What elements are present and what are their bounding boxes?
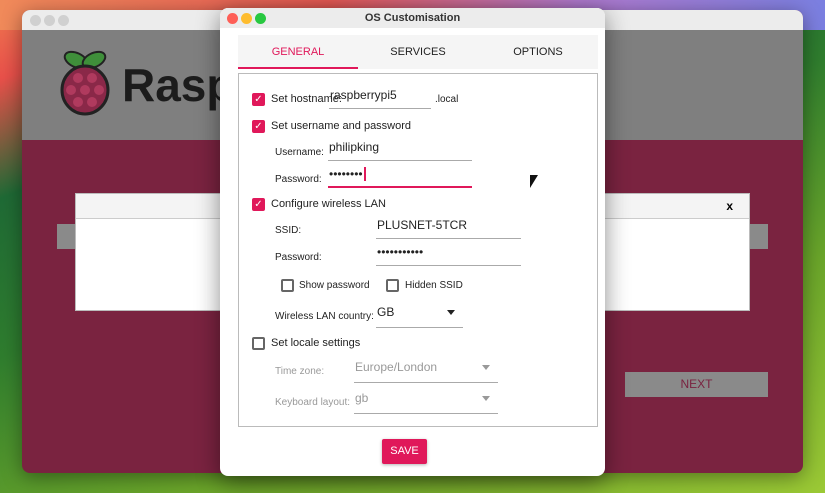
password-input[interactable]: •••••••• bbox=[328, 167, 472, 188]
hidden-ssid-checkbox[interactable] bbox=[386, 279, 399, 292]
dialog-title: OS Customisation bbox=[364, 12, 461, 24]
username-input[interactable]: philipking bbox=[328, 140, 472, 161]
username-password-label: Set username and password bbox=[271, 120, 412, 132]
wlan-country-label: Wireless LAN country: bbox=[275, 311, 374, 322]
show-password-checkbox[interactable] bbox=[281, 279, 294, 292]
choose-storage-button[interactable] bbox=[748, 224, 768, 249]
wlan-country-value: GB bbox=[377, 305, 395, 319]
timezone-select[interactable]: Europe/London bbox=[354, 360, 498, 383]
username-password-checkbox[interactable]: ✓ bbox=[252, 120, 265, 133]
username-label: Username: bbox=[275, 147, 324, 158]
wlan-country-select[interactable]: GB bbox=[376, 305, 463, 328]
general-panel: ✓ Set hostname: raspberrypi5 .local ✓ Se… bbox=[238, 73, 598, 427]
wifi-password-label: Password: bbox=[275, 252, 322, 263]
wifi-password-input[interactable]: ••••••••••• bbox=[376, 245, 521, 266]
timezone-label: Time zone: bbox=[275, 366, 325, 377]
hostname-input[interactable]: raspberrypi5 bbox=[329, 88, 431, 109]
chevron-down-icon bbox=[447, 310, 455, 315]
keyboard-select[interactable]: gb bbox=[354, 391, 498, 414]
chevron-down-icon bbox=[482, 365, 490, 370]
close-dialog-button[interactable]: x bbox=[726, 199, 733, 213]
password-label: Password: bbox=[275, 174, 322, 185]
dialog-title-bar: OS Customisation bbox=[220, 8, 605, 28]
text-cursor bbox=[363, 167, 369, 181]
ssid-label: SSID: bbox=[275, 225, 302, 236]
tab-options[interactable]: OPTIONS bbox=[478, 35, 598, 69]
zoom-window-button[interactable] bbox=[255, 13, 266, 24]
wireless-lan-checkbox[interactable]: ✓ bbox=[252, 198, 265, 211]
locale-label: Set locale settings bbox=[271, 337, 361, 349]
tab-general[interactable]: GENERAL bbox=[238, 35, 358, 69]
chevron-down-icon bbox=[482, 396, 490, 401]
zoom-window-button[interactable] bbox=[58, 15, 69, 26]
hostname-suffix: .local bbox=[435, 94, 459, 105]
show-password-label: Show password bbox=[299, 280, 370, 291]
tab-bar: GENERAL SERVICES OPTIONS bbox=[238, 35, 598, 69]
mouse-pointer-icon bbox=[530, 175, 538, 188]
ssid-input[interactable]: PLUSNET-5TCR bbox=[376, 218, 521, 239]
os-customisation-dialog: OS Customisation GENERAL SERVICES OPTION… bbox=[220, 8, 605, 476]
choose-device-button[interactable] bbox=[57, 224, 77, 249]
locale-checkbox[interactable] bbox=[252, 337, 265, 350]
keyboard-value: gb bbox=[355, 391, 369, 405]
password-value: •••••••• bbox=[329, 167, 363, 181]
tab-services[interactable]: SERVICES bbox=[358, 35, 478, 69]
close-window-button[interactable] bbox=[30, 15, 41, 26]
hidden-ssid-label: Hidden SSID bbox=[405, 280, 463, 291]
wireless-lan-label: Configure wireless LAN bbox=[271, 198, 386, 210]
hostname-checkbox[interactable]: ✓ bbox=[252, 93, 265, 106]
brand-name: Rasp bbox=[122, 59, 235, 111]
save-button[interactable]: SAVE bbox=[382, 439, 427, 464]
timezone-value: Europe/London bbox=[355, 360, 438, 374]
raspberry-pi-logo-icon bbox=[60, 50, 110, 116]
minimize-window-button[interactable] bbox=[44, 15, 55, 26]
minimize-window-button[interactable] bbox=[241, 13, 252, 24]
close-window-button[interactable] bbox=[227, 13, 238, 24]
next-button[interactable]: NEXT bbox=[625, 372, 768, 397]
keyboard-label: Keyboard layout: bbox=[275, 397, 351, 408]
